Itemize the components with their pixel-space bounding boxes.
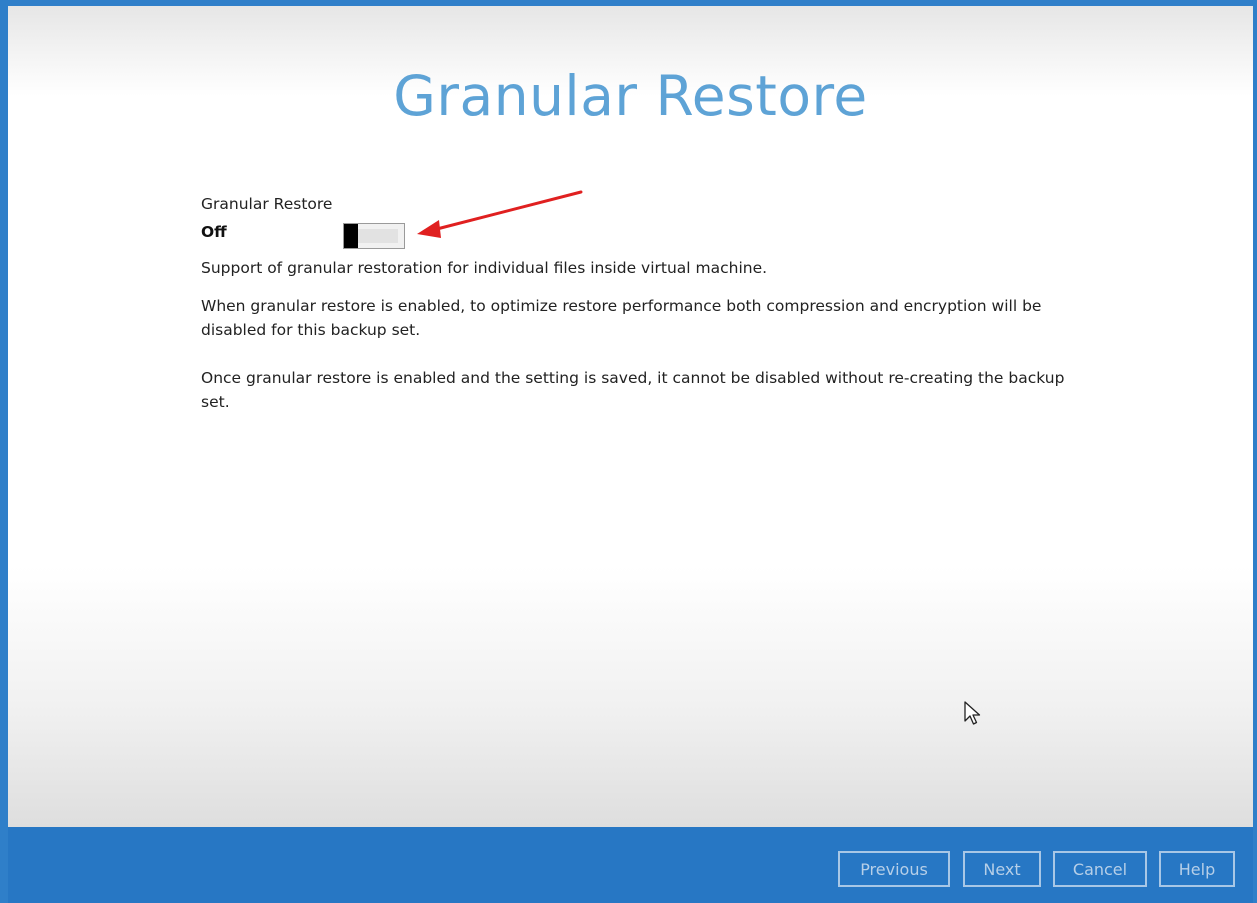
toggle-knob[interactable] [344,224,358,248]
page-title: Granular Restore [393,64,868,128]
settings-content: Granular Restore Off Support of granular… [201,192,1081,438]
cancel-button[interactable]: Cancel [1053,851,1147,887]
wizard-window: Granular Restore Granular Restore Off Su… [0,0,1257,903]
wizard-footer: Previous Next Cancel Help [8,827,1253,903]
previous-button[interactable]: Previous [838,851,950,887]
granular-restore-label: Granular Restore [201,195,333,213]
mouse-cursor-icon [964,701,981,725]
toggle-state-text: Off [201,223,227,241]
next-button[interactable]: Next [963,851,1041,887]
granular-restore-toggle[interactable] [343,223,405,249]
support-description: Support of granular restoration for indi… [201,259,768,277]
granular-restore-toggle-row: Off [201,220,1081,249]
irreversible-note: Once granular restore is enabled and the… [201,369,1065,411]
toggle-track [358,229,398,243]
help-button[interactable]: Help [1159,851,1235,887]
compression-note: When granular restore is enabled, to opt… [201,297,1042,339]
red-arrow-annotation [417,190,583,238]
